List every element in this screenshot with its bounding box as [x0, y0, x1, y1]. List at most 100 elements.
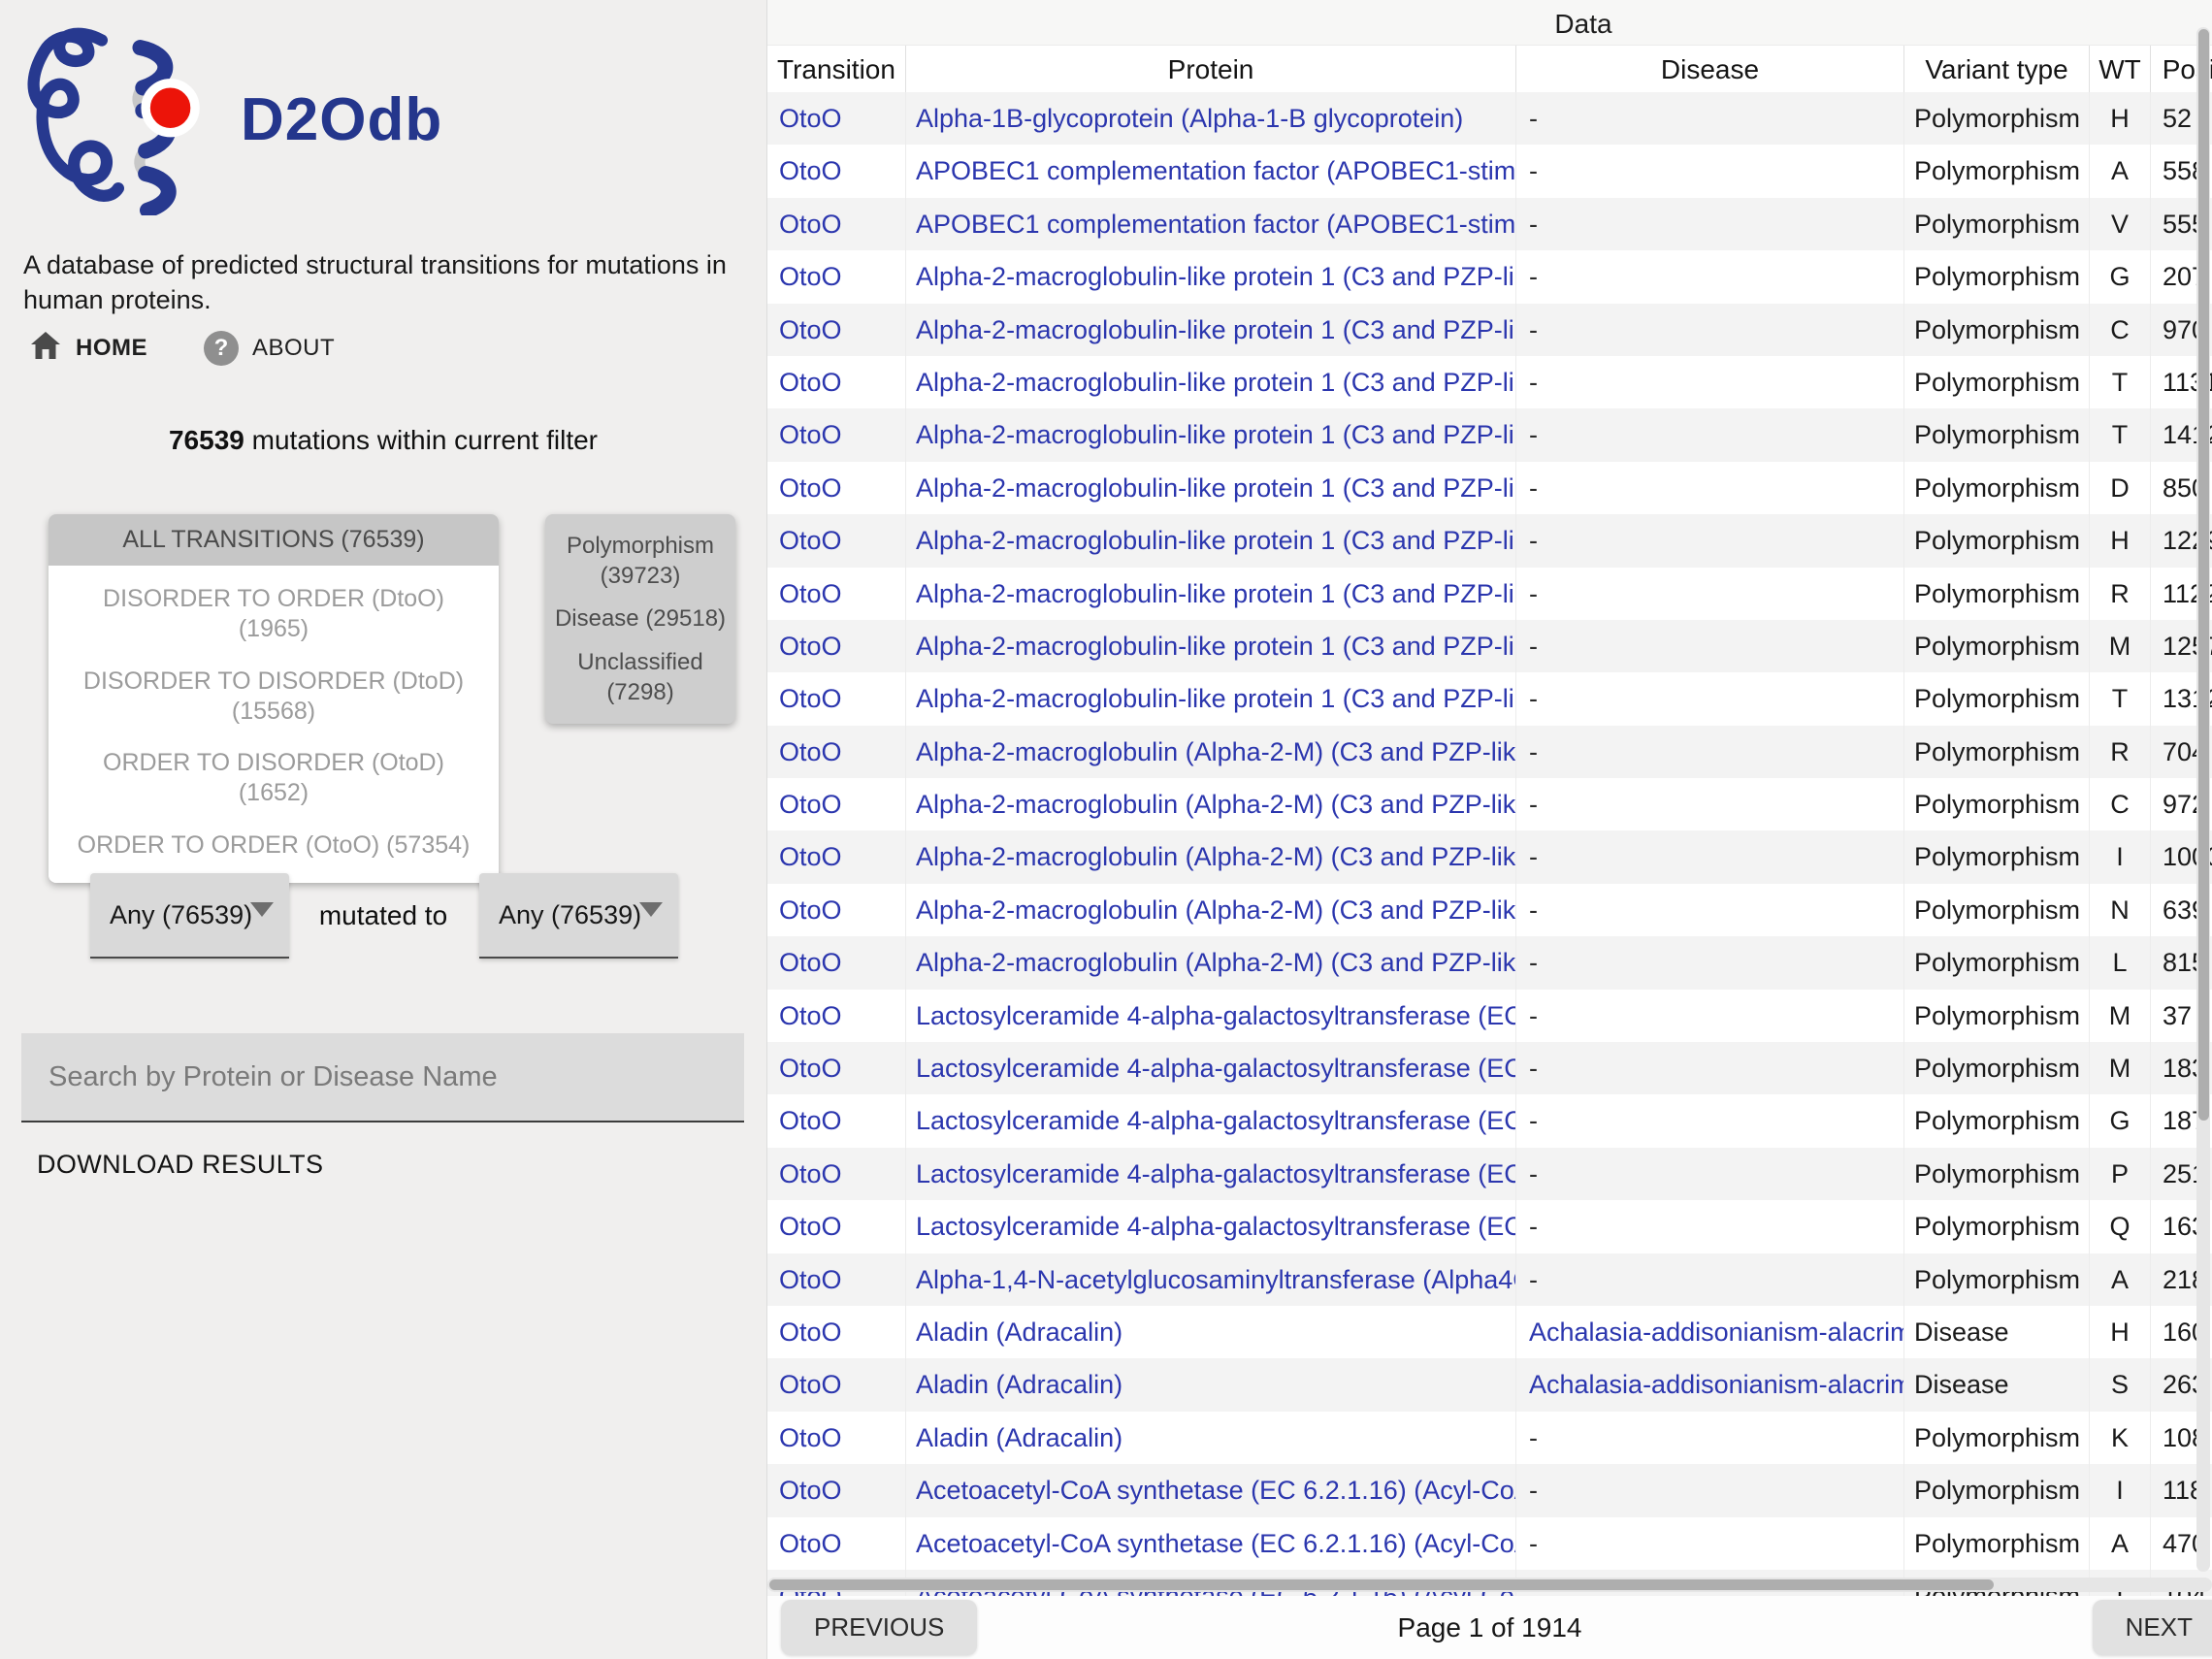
protein-link[interactable]: Alpha-1,4-N-acetylglucosaminyltransferas… [916, 1265, 1515, 1294]
transition-link[interactable]: OtoO [779, 1265, 842, 1294]
transition-filter-item[interactable]: DISORDER TO ORDER (DtoO) (1965) [49, 573, 499, 656]
protein-link[interactable]: Acetoacetyl-CoA synthetase (EC 6.2.1.16)… [916, 1476, 1515, 1505]
disease-empty: - [1529, 1054, 1538, 1083]
nav-home[interactable]: HOME [29, 330, 147, 366]
disease-link[interactable]: Achalasia-addisonianism-alacrima syndrom… [1529, 1370, 1903, 1399]
disease-cell: - [1515, 936, 1903, 989]
transitions-list: DISORDER TO ORDER (DtoO) (1965)DISORDER … [49, 566, 499, 883]
protein-link[interactable]: Lactosylceramide 4-alpha-galactosyltrans… [916, 1212, 1515, 1241]
variant-type-cell: Polymorphism [1903, 672, 2089, 725]
transition-link[interactable]: OtoO [779, 948, 842, 977]
nav-home-label: HOME [76, 335, 147, 362]
transition-filter-item[interactable]: ORDER TO ORDER (OtoO) (57354) [49, 820, 499, 871]
protein-link[interactable]: Alpha-2-macroglobulin-like protein 1 (C3… [916, 632, 1515, 661]
protein-link[interactable]: Alpha-2-macroglobulin-like protein 1 (C3… [916, 262, 1515, 291]
protein-link[interactable]: APOBEC1 complementation factor (APOBEC1-… [916, 156, 1515, 185]
protein-link[interactable]: Alpha-2-macroglobulin (Alpha-2-M) (C3 an… [916, 895, 1515, 925]
mutation-count-suffix: mutations within current filter [244, 425, 598, 455]
column-header-variant-type[interactable]: Variant type [1903, 46, 2089, 93]
protein-link[interactable]: Aladin (Adracalin) [916, 1423, 1122, 1452]
transition-link[interactable]: OtoO [779, 1476, 842, 1505]
column-header-wt[interactable]: WT [2089, 46, 2150, 93]
search-input[interactable] [21, 1033, 744, 1121]
protein-link[interactable]: Alpha-2-macroglobulin-like protein 1 (C3… [916, 473, 1515, 503]
transition-link[interactable]: OtoO [779, 579, 842, 608]
transition-filter-item[interactable]: ORDER TO DISORDER (OtoD) (1652) [49, 737, 499, 820]
disease-link[interactable]: Achalasia-addisonianism-alacrima syndrom… [1529, 1317, 1903, 1347]
protein-cell: Alpha-2-macroglobulin (Alpha-2-M) (C3 an… [905, 936, 1515, 989]
transition-link[interactable]: OtoO [779, 1001, 842, 1030]
download-results-button[interactable]: DOWNLOAD RESULTS [37, 1150, 323, 1180]
transition-link[interactable]: OtoO [779, 526, 842, 555]
transition-link[interactable]: OtoO [779, 368, 842, 397]
column-header-transition[interactable]: Transition [767, 46, 905, 93]
disease-cell: - [1515, 408, 1903, 461]
transition-filter-all[interactable]: ALL TRANSITIONS (76539) [49, 514, 499, 566]
protein-link[interactable]: Alpha-2-macroglobulin-like protein 1 (C3… [916, 579, 1515, 608]
transition-link[interactable]: OtoO [779, 210, 842, 239]
transition-link[interactable]: OtoO [779, 842, 842, 871]
wt-cell: C [2089, 778, 2150, 830]
horizontal-scrollbar[interactable] [767, 1578, 2212, 1592]
protein-link[interactable]: Alpha-2-macroglobulin-like protein 1 (C3… [916, 315, 1515, 344]
transition-link[interactable]: OtoO [779, 1423, 842, 1452]
transition-link[interactable]: OtoO [779, 1529, 842, 1558]
protein-link[interactable]: Alpha-2-macroglobulin (Alpha-2-M) (C3 an… [916, 790, 1515, 819]
transition-link[interactable]: OtoO [779, 262, 842, 291]
protein-link[interactable]: Alpha-2-macroglobulin-like protein 1 (C3… [916, 368, 1515, 397]
variant-type-cell: Polymorphism [1903, 936, 2089, 989]
protein-link[interactable]: Alpha-2-macroglobulin (Alpha-2-M) (C3 an… [916, 737, 1515, 766]
table-header-row: TransitionProteinDiseaseVariant typeWTPo… [767, 45, 2212, 93]
protein-link[interactable]: Lactosylceramide 4-alpha-galactosyltrans… [916, 1054, 1515, 1083]
next-page-button[interactable]: NEXT [2093, 1600, 2212, 1655]
wildtype-residue-select[interactable]: Any (76539) [90, 873, 289, 959]
transition-cell: OtoO [767, 198, 905, 250]
disease-empty: - [1529, 104, 1538, 133]
protein-link[interactable]: Acetoacetyl-CoA synthetase (EC 6.2.1.16)… [916, 1529, 1515, 1558]
transition-link[interactable]: OtoO [779, 684, 842, 713]
transition-link[interactable]: OtoO [779, 315, 842, 344]
transition-link[interactable]: OtoO [779, 420, 842, 449]
column-header-protein[interactable]: Protein [905, 46, 1515, 93]
mutant-residue-select[interactable]: Any (76539) [479, 873, 678, 959]
nav-about[interactable]: ? ABOUT [204, 331, 335, 366]
transition-link[interactable]: OtoO [779, 737, 842, 766]
protein-link[interactable]: Lactosylceramide 4-alpha-galactosyltrans… [916, 1159, 1515, 1188]
protein-cell: Alpha-2-macroglobulin-like protein 1 (C3… [905, 568, 1515, 620]
protein-link[interactable]: Alpha-2-macroglobulin-like protein 1 (C3… [916, 526, 1515, 555]
transition-link[interactable]: OtoO [779, 1159, 842, 1188]
transition-link[interactable]: OtoO [779, 1370, 842, 1399]
protein-link[interactable]: Alpha-1B-glycoprotein (Alpha-1-B glycopr… [916, 104, 1463, 133]
protein-link[interactable]: Lactosylceramide 4-alpha-galactosyltrans… [916, 1106, 1515, 1135]
protein-link[interactable]: Lactosylceramide 4-alpha-galactosyltrans… [916, 1001, 1515, 1030]
transition-link[interactable]: OtoO [779, 632, 842, 661]
transition-link[interactable]: OtoO [779, 1054, 842, 1083]
transition-link[interactable]: OtoO [779, 1317, 842, 1347]
transition-filter-item[interactable]: DISORDER TO DISORDER (DtoD) (15568) [49, 656, 499, 738]
transition-link[interactable]: OtoO [779, 156, 842, 185]
variant-filter-item[interactable]: Polymorphism (39723) [553, 532, 728, 591]
protein-link[interactable]: Alpha-2-macroglobulin-like protein 1 (C3… [916, 684, 1515, 713]
variant-type-cell: Polymorphism [1903, 884, 2089, 936]
horizontal-scrollbar-thumb[interactable] [769, 1579, 1994, 1590]
transition-cell: OtoO [767, 620, 905, 672]
vertical-scrollbar[interactable] [2196, 27, 2210, 1572]
transition-link[interactable]: OtoO [779, 104, 842, 133]
variant-filter-item[interactable]: Disease (29518) [553, 604, 728, 634]
protein-link[interactable]: Aladin (Adracalin) [916, 1317, 1122, 1347]
transition-link[interactable]: OtoO [779, 1106, 842, 1135]
disease-empty: - [1529, 526, 1538, 555]
transition-link[interactable]: OtoO [779, 473, 842, 503]
transition-link[interactable]: OtoO [779, 1212, 842, 1241]
vertical-scrollbar-thumb[interactable] [2198, 29, 2209, 1121]
transition-link[interactable]: OtoO [779, 790, 842, 819]
column-header-disease[interactable]: Disease [1515, 46, 1903, 93]
variant-filter-item[interactable]: Unclassified (7298) [553, 648, 728, 707]
protein-link[interactable]: Alpha-2-macroglobulin (Alpha-2-M) (C3 an… [916, 948, 1515, 977]
protein-link[interactable]: APOBEC1 complementation factor (APOBEC1-… [916, 210, 1515, 239]
data-panel: Data TransitionProteinDiseaseVariant typ… [767, 0, 2212, 1659]
protein-link[interactable]: Alpha-2-macroglobulin-like protein 1 (C3… [916, 420, 1515, 449]
protein-link[interactable]: Alpha-2-macroglobulin (Alpha-2-M) (C3 an… [916, 842, 1515, 871]
protein-link[interactable]: Aladin (Adracalin) [916, 1370, 1122, 1399]
transition-link[interactable]: OtoO [779, 895, 842, 925]
